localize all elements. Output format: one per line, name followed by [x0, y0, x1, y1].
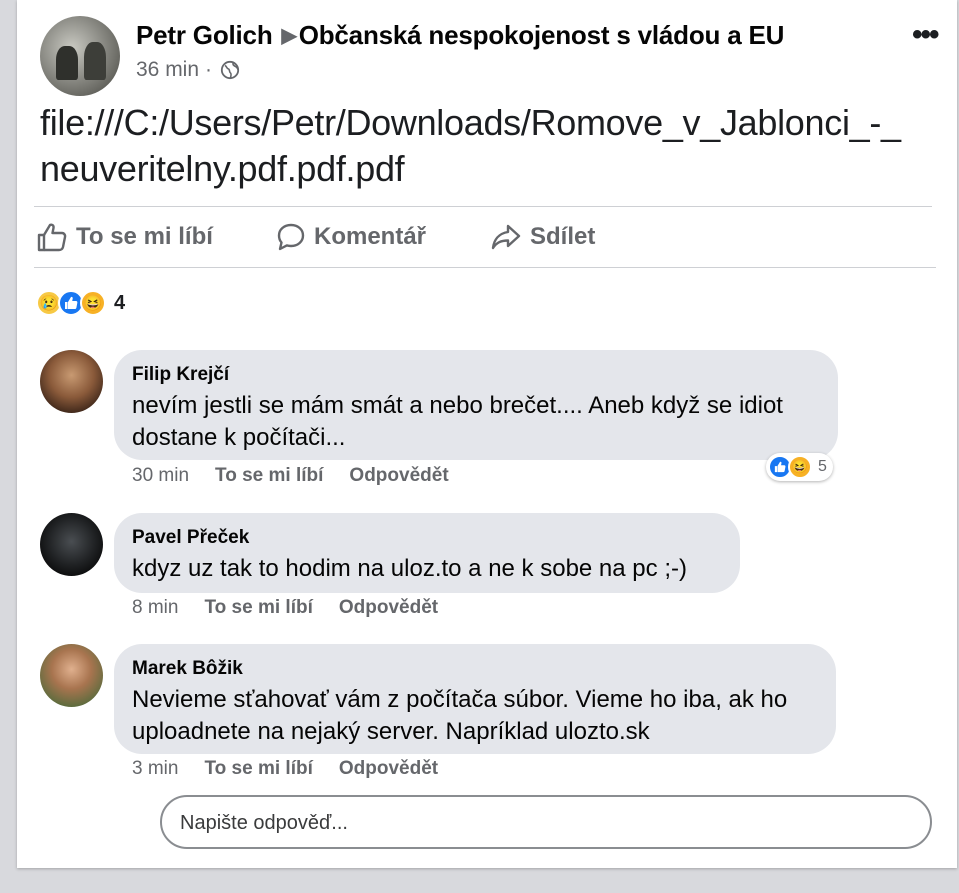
reactions-count: 4 — [114, 291, 126, 314]
comment-like-button[interactable]: To se mi líbí — [204, 597, 312, 619]
comment-meta: 30 min To se mi líbí Odpovědět — [132, 465, 475, 487]
comment-bubble: Marek Bôžik Nevieme sťahovať vám z počít… — [114, 644, 836, 754]
comment-like-button[interactable]: To se mi líbí — [204, 758, 312, 780]
comment-bubble: Pavel Přeček kdyz uz tak to hodim na ulo… — [114, 513, 740, 593]
divider — [34, 267, 936, 268]
thumbs-up-icon — [37, 223, 67, 252]
comment-icon — [277, 223, 305, 251]
haha-reaction-icon: 😆 — [788, 455, 812, 479]
comment-text: kdyz uz tak to hodim na uloz.to a ne k s… — [132, 555, 687, 582]
share-icon — [491, 224, 521, 250]
comment-time[interactable]: 3 min — [132, 758, 178, 780]
share-button[interactable]: Sdílet — [490, 222, 595, 252]
comment-time[interactable]: 8 min — [132, 597, 178, 619]
commenter-name[interactable]: Marek Bôžik — [132, 658, 818, 680]
comment-meta: 8 min To se mi líbí Odpovědět — [132, 597, 464, 619]
comment-like-button[interactable]: To se mi líbí — [215, 465, 323, 487]
meta-separator: · — [205, 58, 213, 81]
comment-reaction-count: 5 — [818, 458, 827, 475]
comment-bubble: Filip Krejčí nevím jestli se mám smát a … — [114, 350, 838, 460]
post-meta: 36 min · — [136, 58, 240, 82]
comment-time[interactable]: 30 min — [132, 465, 189, 487]
reply-input[interactable]: Napište odpověď... — [160, 795, 932, 849]
commenter-name[interactable]: Filip Krejčí — [132, 364, 820, 386]
globe-icon — [220, 60, 240, 80]
commenter-avatar[interactable] — [40, 644, 103, 707]
post-text[interactable]: file:///C:/Users/Petr/Downloads/Romove_v… — [40, 100, 920, 192]
comment-reply-button[interactable]: Odpovědět — [339, 597, 438, 619]
divider — [34, 206, 932, 207]
like-button[interactable]: To se mi líbí — [36, 222, 213, 252]
commenter-avatar[interactable] — [40, 350, 103, 413]
like-label: To se mi líbí — [76, 223, 213, 250]
author-name[interactable]: Petr Golich — [136, 20, 273, 50]
comment-text: Nevieme sťahovať vám z počítača súbor. V… — [132, 686, 788, 745]
group-name[interactable]: Občanská nespokojenost s vládou a EU — [299, 20, 785, 50]
haha-reaction-icon: 😆 — [80, 290, 106, 316]
group-arrow-icon: ▶ — [281, 25, 297, 47]
comment-reactions[interactable]: 😆 5 — [766, 453, 833, 481]
author-avatar[interactable] — [40, 16, 120, 96]
post-time[interactable]: 36 min — [136, 58, 199, 82]
comment-meta: 3 min To se mi líbí Odpovědět — [132, 758, 464, 780]
comment-reply-button[interactable]: Odpovědět — [349, 465, 448, 487]
comment-reply-button[interactable]: Odpovědět — [339, 758, 438, 780]
commenter-name[interactable]: Pavel Přeček — [132, 527, 722, 549]
comment-label: Komentář — [314, 223, 427, 250]
more-options-icon[interactable]: ••• — [912, 18, 939, 52]
post-header-title: Petr Golich ▶Občanská nespokojenost s vl… — [136, 20, 784, 51]
comment-text: nevím jestli se mám smát a nebo brečet..… — [132, 392, 783, 451]
share-label: Sdílet — [530, 223, 596, 250]
reactions-summary[interactable]: 😢 😆 4 — [36, 290, 125, 316]
commenter-avatar[interactable] — [40, 513, 103, 576]
comment-button[interactable]: Komentář — [276, 222, 426, 252]
